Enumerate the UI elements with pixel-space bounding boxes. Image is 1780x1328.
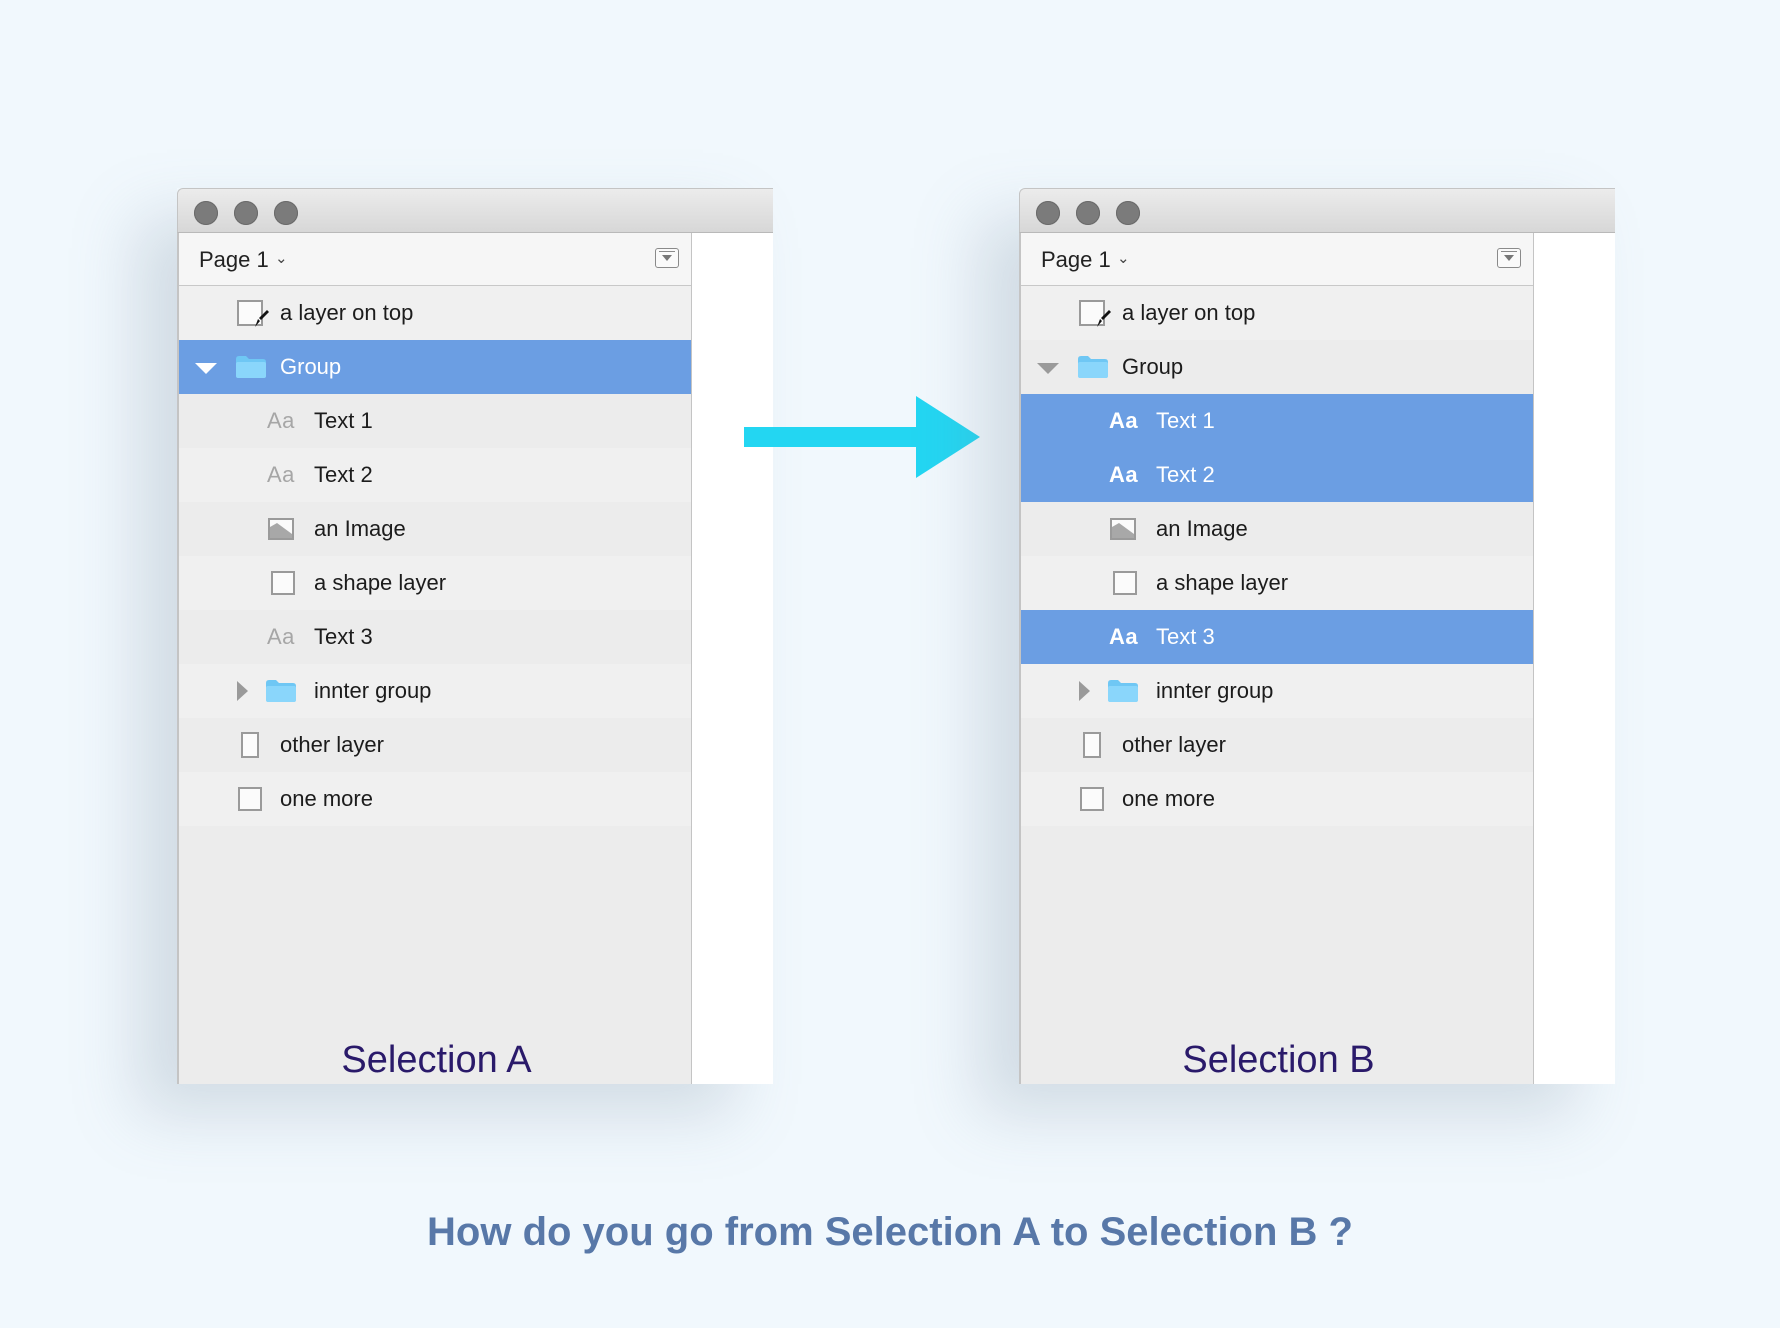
layer-row-text-1[interactable]: Aa Text 1: [179, 394, 691, 448]
layer-label: innter group: [1156, 678, 1274, 703]
panel-selection-b: Page 1 ⌄ a layer on top Group Aa Text 1 …: [1019, 188, 1615, 1084]
layer-label: Text 1: [1156, 408, 1215, 433]
folder-icon: [1078, 356, 1108, 378]
layer-label: other layer: [1122, 732, 1226, 757]
layer-label: Text 3: [1156, 624, 1215, 649]
selection-caption: Selection A: [341, 1039, 532, 1081]
chevron-down-icon[interactable]: ⌄: [275, 249, 288, 267]
layer-label: Text 2: [314, 462, 373, 487]
layer-label: one more: [280, 786, 373, 811]
question-heading: How do you go from Selection A to Select…: [427, 1210, 1353, 1254]
text-icon: Aa: [267, 624, 295, 649]
shape-icon: [271, 571, 295, 595]
text-icon: Aa: [267, 462, 295, 487]
layer-row-other-layer[interactable]: other layer: [179, 718, 691, 772]
layer-label: one more: [1122, 786, 1215, 811]
artboard-icon: [1079, 300, 1111, 327]
text-icon: Aa: [1109, 624, 1139, 649]
layer-label: an Image: [1156, 516, 1248, 541]
layer-label: a shape layer: [1156, 570, 1289, 595]
disclosure-open-icon[interactable]: [195, 363, 217, 374]
text-icon: Aa: [1109, 408, 1139, 433]
image-icon: [1110, 518, 1136, 540]
folder-icon: [236, 356, 266, 378]
text-icon: Aa: [267, 408, 295, 433]
layer-row-text-2[interactable]: Aa Text 2: [179, 448, 691, 502]
page-selector-header: Page 1 ⌄: [179, 233, 691, 286]
folder-icon: [266, 680, 296, 702]
layer-row-innter-group[interactable]: innter group: [1021, 664, 1533, 718]
shape-icon: [1113, 571, 1137, 595]
image-icon: [268, 518, 294, 540]
layer-row-a-layer-on-top[interactable]: a layer on top: [179, 286, 691, 340]
layer-label: a layer on top: [280, 300, 414, 325]
layer-row-a-layer-on-top[interactable]: a layer on top: [1021, 286, 1533, 340]
page-selector-header: Page 1 ⌄: [1021, 233, 1533, 286]
layer-label: Text 3: [314, 624, 373, 649]
shape-icon: [238, 787, 262, 811]
layer-row-a-shape-layer[interactable]: a shape layer: [179, 556, 691, 610]
window-titlebar: [1019, 188, 1615, 233]
panel-selection-a: Page 1 ⌄ a layer on top Group Aa Text 1 …: [177, 188, 773, 1084]
close-window-button[interactable]: [194, 201, 218, 225]
layer-row-innter-group[interactable]: innter group: [179, 664, 691, 718]
chevron-down-icon[interactable]: ⌄: [1117, 249, 1130, 267]
layer-label: Text 1: [314, 408, 373, 433]
page-selector[interactable]: Page 1: [1041, 247, 1111, 273]
layer-row-one-more[interactable]: one more: [179, 772, 691, 826]
layer-row-an-image[interactable]: an Image: [179, 502, 691, 556]
layer-list-panel: Page 1 ⌄ a layer on top Group Aa Text 1 …: [1019, 233, 1534, 1084]
disclosure-closed-icon[interactable]: [237, 681, 248, 701]
collapse-panel-icon[interactable]: [1497, 248, 1521, 268]
layer-row-an-image[interactable]: an Image: [1021, 502, 1533, 556]
layer-label: other layer: [280, 732, 384, 757]
arrow-right-icon: [744, 396, 980, 478]
layer-row-text-3[interactable]: Aa Text 3: [1021, 610, 1533, 664]
layer-label: a layer on top: [1122, 300, 1256, 325]
page-selector[interactable]: Page 1: [199, 247, 269, 273]
minimize-window-button[interactable]: [1076, 201, 1100, 225]
layer-label: an Image: [314, 516, 406, 541]
close-window-button[interactable]: [1036, 201, 1060, 225]
layer-list-panel: Page 1 ⌄ a layer on top Group Aa Text 1 …: [177, 233, 692, 1084]
minimize-window-button[interactable]: [234, 201, 258, 225]
layer-label: Text 2: [1156, 462, 1215, 487]
shape-icon: [1080, 787, 1104, 811]
layer-row-text-2[interactable]: Aa Text 2: [1021, 448, 1533, 502]
layer-row-group[interactable]: Group: [179, 340, 691, 394]
rectangle-icon: [241, 732, 259, 758]
layer-label: Group: [280, 354, 342, 379]
window-titlebar: [177, 188, 773, 233]
artboard-icon: [237, 300, 269, 327]
folder-icon: [1108, 680, 1138, 702]
layer-row-group[interactable]: Group: [1021, 340, 1533, 394]
canvas-area[interactable]: [692, 233, 773, 1084]
layer-label: Group: [1122, 354, 1184, 379]
zoom-window-button[interactable]: [274, 201, 298, 225]
layer-label: innter group: [314, 678, 432, 703]
canvas-area[interactable]: [1534, 233, 1615, 1084]
layer-row-one-more[interactable]: one more: [1021, 772, 1533, 826]
zoom-window-button[interactable]: [1116, 201, 1140, 225]
rectangle-icon: [1083, 732, 1101, 758]
collapse-panel-icon[interactable]: [655, 248, 679, 268]
layer-row-a-shape-layer[interactable]: a shape layer: [1021, 556, 1533, 610]
text-icon: Aa: [1109, 462, 1139, 487]
layer-row-text-1[interactable]: Aa Text 1: [1021, 394, 1533, 448]
layer-row-other-layer[interactable]: other layer: [1021, 718, 1533, 772]
selection-caption: Selection B: [1182, 1039, 1375, 1081]
layer-row-text-3[interactable]: Aa Text 3: [179, 610, 691, 664]
disclosure-closed-icon[interactable]: [1079, 681, 1090, 701]
layer-label: a shape layer: [314, 570, 447, 595]
disclosure-open-icon[interactable]: [1037, 363, 1059, 374]
